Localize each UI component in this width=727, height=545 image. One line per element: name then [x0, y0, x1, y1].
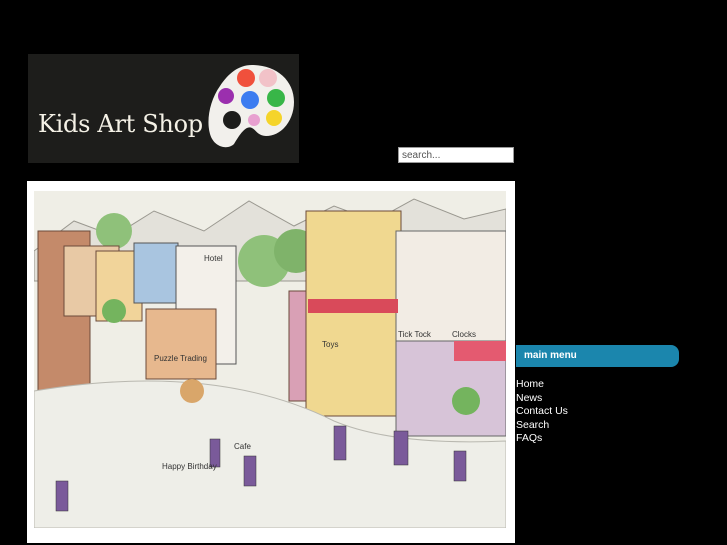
artwork-sign-cafe: Cafe: [234, 442, 251, 451]
artwork-sign-tick-tock: Tick Tock: [398, 330, 432, 339]
menu-item-search: Search: [516, 417, 568, 431]
palette-paint-blob: [259, 69, 277, 87]
main-menu-header: main menu: [516, 345, 679, 367]
artwork-sign-toys: Toys: [322, 340, 338, 349]
artwork-sign-birthday: Happy Birthday: [162, 462, 217, 471]
menu-item-news: News: [516, 390, 568, 404]
menu-item-contact-us: Contact Us: [516, 403, 568, 417]
site-name: Kids Art Shop: [38, 110, 203, 138]
artwork-sign-clocks: Clocks: [452, 330, 476, 339]
site-logo[interactable]: Kids Art Shop: [28, 54, 299, 163]
menu-link-contact-us[interactable]: Contact Us: [516, 405, 568, 417]
palette-paint-blob: [266, 110, 282, 126]
menu-link-faqs[interactable]: FAQs: [516, 432, 542, 444]
menu-link-search[interactable]: Search: [516, 419, 549, 431]
palette-paint-blob: [218, 88, 234, 104]
search-input[interactable]: [398, 147, 514, 163]
palette-paint-blob: [267, 89, 285, 107]
palette-paint-blob: [248, 114, 260, 126]
menu-item-home: Home: [516, 376, 568, 390]
menu-link-news[interactable]: News: [516, 392, 542, 404]
artwork-sign-puzzle: Puzzle Trading: [154, 354, 207, 363]
main-menu: Home News Contact Us Search FAQs: [516, 376, 568, 444]
artwork-sign-hotel: Hotel: [204, 254, 223, 263]
featured-artwork-image: Hotel Puzzle Trading Toys Tick Tock Cloc…: [34, 191, 506, 528]
paint-palette-icon: [208, 65, 294, 148]
menu-item-faqs: FAQs: [516, 430, 568, 444]
main-menu-title: main menu: [524, 350, 577, 361]
featured-artwork-frame: Hotel Puzzle Trading Toys Tick Tock Cloc…: [27, 181, 515, 543]
menu-link-home[interactable]: Home: [516, 378, 544, 390]
palette-paint-blob: [237, 69, 255, 87]
palette-paint-blob: [241, 91, 259, 109]
